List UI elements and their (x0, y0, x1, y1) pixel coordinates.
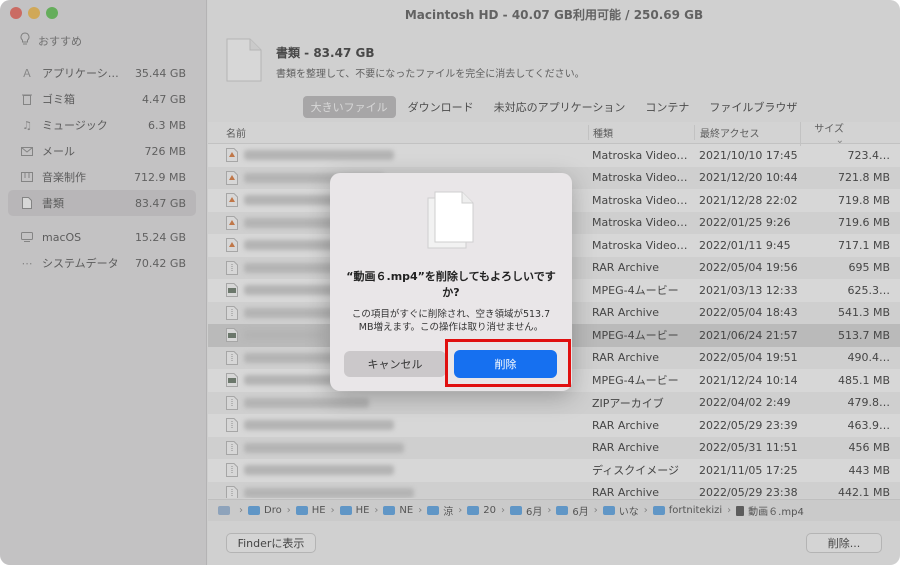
documents-icon (427, 191, 475, 249)
annotation-highlight-box (445, 339, 571, 387)
storage-window: おすすめ Ａ アプリケーシ… 35.44 GB ゴミ箱 4.47 GB ♫ ミュ… (0, 0, 900, 565)
dialog-message: この項目がすぐに削除され、空き領域が513.7 MB増えます。この操作は取り消せ… (351, 309, 551, 333)
cancel-button[interactable]: キャンセル (344, 351, 446, 377)
dialog-title: “動画６.mp4”を削除してもよろしいですか? (346, 270, 556, 299)
